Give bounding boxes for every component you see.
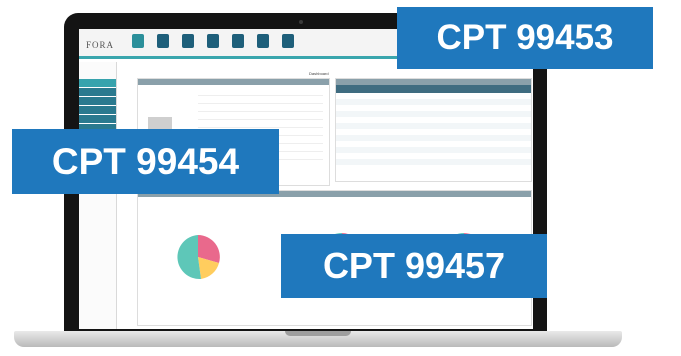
sidebar-item[interactable]: [79, 79, 116, 88]
nav-item[interactable]: [254, 34, 272, 48]
cpt-badge: CPT 99454: [12, 129, 279, 194]
sidebar-item[interactable]: [79, 88, 116, 97]
profile-row: [198, 121, 323, 128]
profile-row: [198, 89, 323, 96]
cpt-badge: CPT 99453: [397, 7, 653, 69]
profile-row: [198, 113, 323, 120]
table-row[interactable]: [336, 165, 531, 171]
sidebar-user: [79, 62, 116, 79]
nav-icon: [282, 34, 294, 48]
nav-item[interactable]: [179, 34, 197, 48]
profile-row: [198, 105, 323, 112]
nav-icon: [132, 34, 144, 48]
sidebar: [79, 62, 117, 329]
nav-icon: [157, 34, 169, 48]
top-nav: [129, 34, 297, 48]
measurement-table: [335, 78, 532, 182]
sidebar-item[interactable]: [79, 106, 116, 115]
nav-icon: [232, 34, 244, 48]
laptop-notch: [285, 331, 351, 336]
table-header-row: [336, 85, 531, 93]
profile-row: [198, 97, 323, 104]
sidebar-item[interactable]: [79, 115, 116, 124]
marketing-image: FORA Dashboard CPT 99453 CPT 99454 CPT 9…: [0, 0, 681, 356]
app-logo: FORA: [86, 40, 115, 50]
cpt-badge: CPT 99457: [281, 234, 547, 298]
nav-item[interactable]: [129, 34, 147, 48]
nav-icon: [182, 34, 194, 48]
nav-item[interactable]: [279, 34, 297, 48]
nav-icon: [207, 34, 219, 48]
nav-icon: [257, 34, 269, 48]
pie-chart-icon: [177, 235, 220, 280]
laptop-camera-icon: [299, 20, 303, 24]
nav-item[interactable]: [154, 34, 172, 48]
table-body: [336, 93, 531, 177]
nav-item[interactable]: [229, 34, 247, 48]
nav-item[interactable]: [204, 34, 222, 48]
sidebar-item[interactable]: [79, 97, 116, 106]
page-title: Dashboard: [309, 71, 329, 76]
profile-panel-header: [138, 79, 329, 85]
